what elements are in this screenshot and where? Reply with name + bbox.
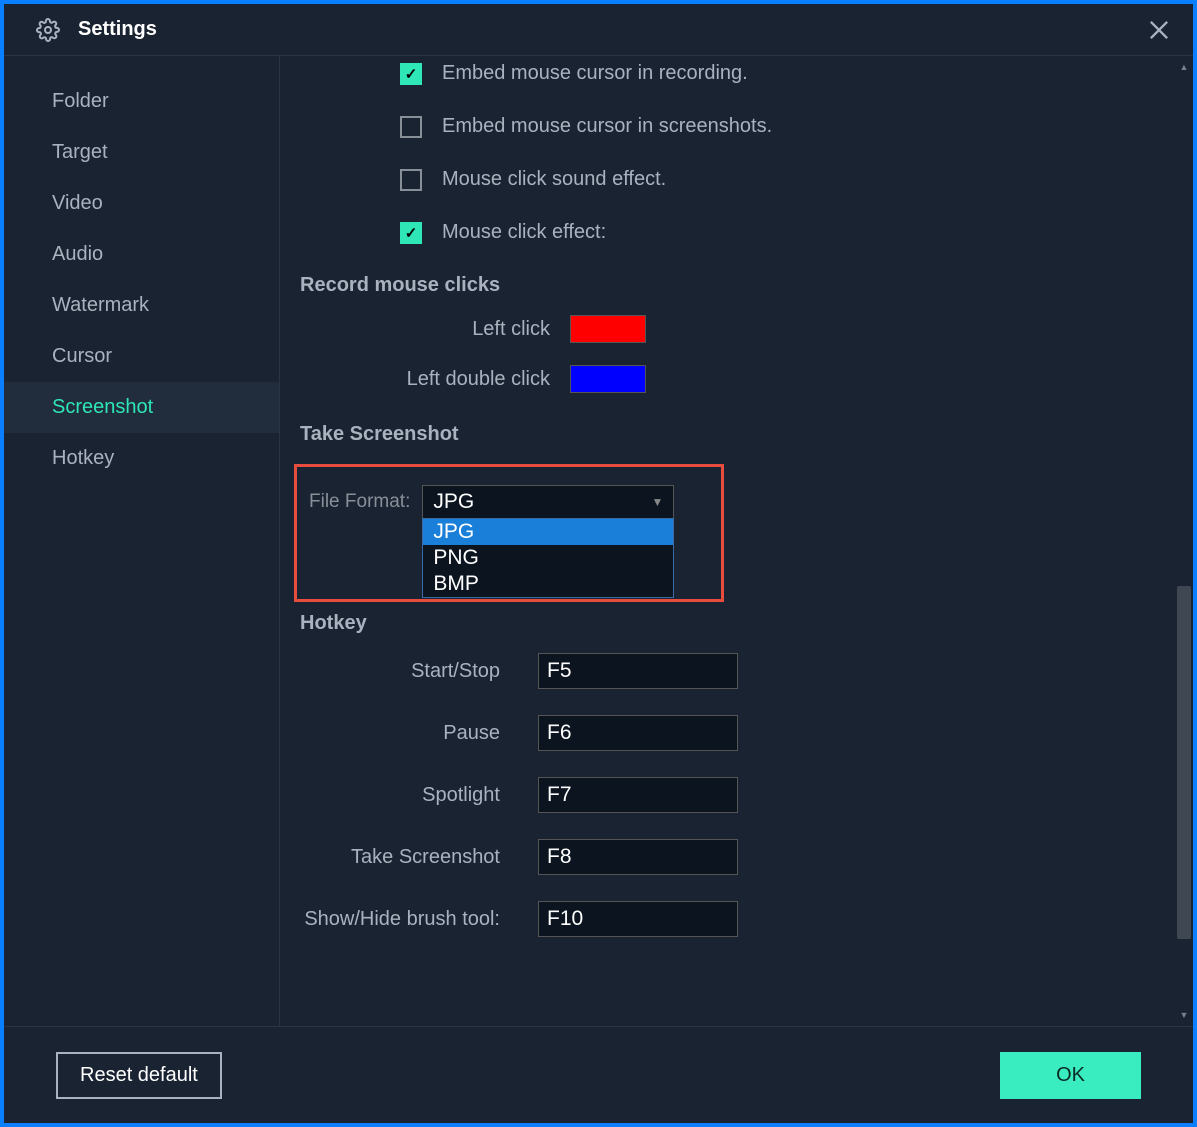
sidebar-item-cursor[interactable]: Cursor [4, 331, 279, 382]
hotkey-heading: Hotkey [300, 612, 1157, 635]
record-clicks-heading: Record mouse clicks [300, 274, 1157, 297]
hotkey-row-take-screenshot: Take Screenshot [300, 839, 1157, 875]
scroll-down-icon[interactable]: ▼ [1177, 1008, 1191, 1022]
file-format-selected[interactable]: JPG ▼ [422, 485, 674, 519]
file-format-option-jpg[interactable]: JPG [423, 519, 673, 545]
titlebar: Settings [4, 4, 1193, 56]
gear-icon [36, 18, 60, 42]
content-wrap: ✓ Embed mouse cursor in recording. Embed… [280, 56, 1193, 1026]
sidebar-item-screenshot[interactable]: Screenshot [4, 382, 279, 433]
hotkey-label: Take Screenshot [300, 846, 500, 869]
hotkey-input-brush-tool[interactable] [538, 901, 738, 937]
content: ✓ Embed mouse cursor in recording. Embed… [280, 56, 1193, 1026]
file-format-dropdown[interactable]: JPG ▼ JPG PNG BMP [422, 485, 674, 519]
hotkey-input-pause[interactable] [538, 715, 738, 751]
checkbox-label: Mouse click effect: [442, 221, 606, 244]
hotkey-row-brush-tool: Show/Hide brush tool: [300, 901, 1157, 937]
file-format-highlight: File Format: JPG ▼ JPG PNG BMP [294, 464, 724, 602]
left-click-label: Left click [300, 318, 550, 341]
reset-default-button[interactable]: Reset default [56, 1052, 222, 1099]
checkbox-label: Mouse click sound effect. [442, 168, 666, 191]
hotkey-label: Spotlight [300, 784, 500, 807]
checkbox-label: Embed mouse cursor in screenshots. [442, 115, 772, 138]
checkbox-embed-cursor-recording[interactable]: ✓ [400, 63, 422, 85]
hotkey-label: Show/Hide brush tool: [300, 908, 500, 931]
sidebar-item-hotkey[interactable]: Hotkey [4, 433, 279, 484]
sidebar-item-watermark[interactable]: Watermark [4, 280, 279, 331]
checkbox-click-sound[interactable] [400, 169, 422, 191]
left-double-click-label: Left double click [300, 368, 550, 391]
hotkey-input-take-screenshot[interactable] [538, 839, 738, 875]
left-double-click-color-swatch[interactable] [570, 365, 646, 393]
window-title: Settings [78, 18, 157, 41]
checkbox-embed-cursor-screenshots-row: Embed mouse cursor in screenshots. [400, 115, 1157, 138]
checkbox-embed-cursor-recording-row: ✓ Embed mouse cursor in recording. [400, 62, 1157, 85]
sidebar-item-target[interactable]: Target [4, 127, 279, 178]
checkbox-label: Embed mouse cursor in recording. [442, 62, 748, 85]
hotkey-row-start-stop: Start/Stop [300, 653, 1157, 689]
scroll-up-icon[interactable]: ▲ [1177, 60, 1191, 74]
sidebar-item-video[interactable]: Video [4, 178, 279, 229]
sidebar-item-audio[interactable]: Audio [4, 229, 279, 280]
scrollbar-thumb[interactable] [1177, 586, 1191, 939]
checkbox-embed-cursor-screenshots[interactable] [400, 116, 422, 138]
footer: Reset default OK [4, 1026, 1193, 1123]
file-format-label: File Format: [309, 491, 410, 513]
left-click-row: Left click [300, 315, 1157, 343]
body: Folder Target Video Audio Watermark Curs… [4, 56, 1193, 1026]
hotkey-row-pause: Pause [300, 715, 1157, 751]
checkbox-click-sound-row: Mouse click sound effect. [400, 168, 1157, 191]
hotkey-label: Start/Stop [300, 660, 500, 683]
file-format-options: JPG PNG BMP [422, 518, 674, 598]
hotkey-row-spotlight: Spotlight [300, 777, 1157, 813]
file-format-option-png[interactable]: PNG [423, 545, 673, 571]
chevron-down-icon: ▼ [651, 495, 663, 509]
take-screenshot-heading: Take Screenshot [300, 423, 1157, 446]
left-click-color-swatch[interactable] [570, 315, 646, 343]
checkbox-click-effect[interactable]: ✓ [400, 222, 422, 244]
hotkey-label: Pause [300, 722, 500, 745]
left-double-click-row: Left double click [300, 365, 1157, 393]
ok-button[interactable]: OK [1000, 1052, 1141, 1099]
checkbox-click-effect-row: ✓ Mouse click effect: [400, 221, 1157, 244]
file-format-value: JPG [433, 490, 474, 514]
sidebar-item-folder[interactable]: Folder [4, 76, 279, 127]
hotkey-input-spotlight[interactable] [538, 777, 738, 813]
file-format-row: File Format: JPG ▼ JPG PNG BMP [309, 485, 709, 519]
sidebar: Folder Target Video Audio Watermark Curs… [4, 56, 280, 1026]
close-icon[interactable] [1145, 16, 1173, 44]
settings-window: Settings Folder Target Video Audio Water… [4, 4, 1193, 1123]
hotkey-input-start-stop[interactable] [538, 653, 738, 689]
file-format-option-bmp[interactable]: BMP [423, 571, 673, 597]
